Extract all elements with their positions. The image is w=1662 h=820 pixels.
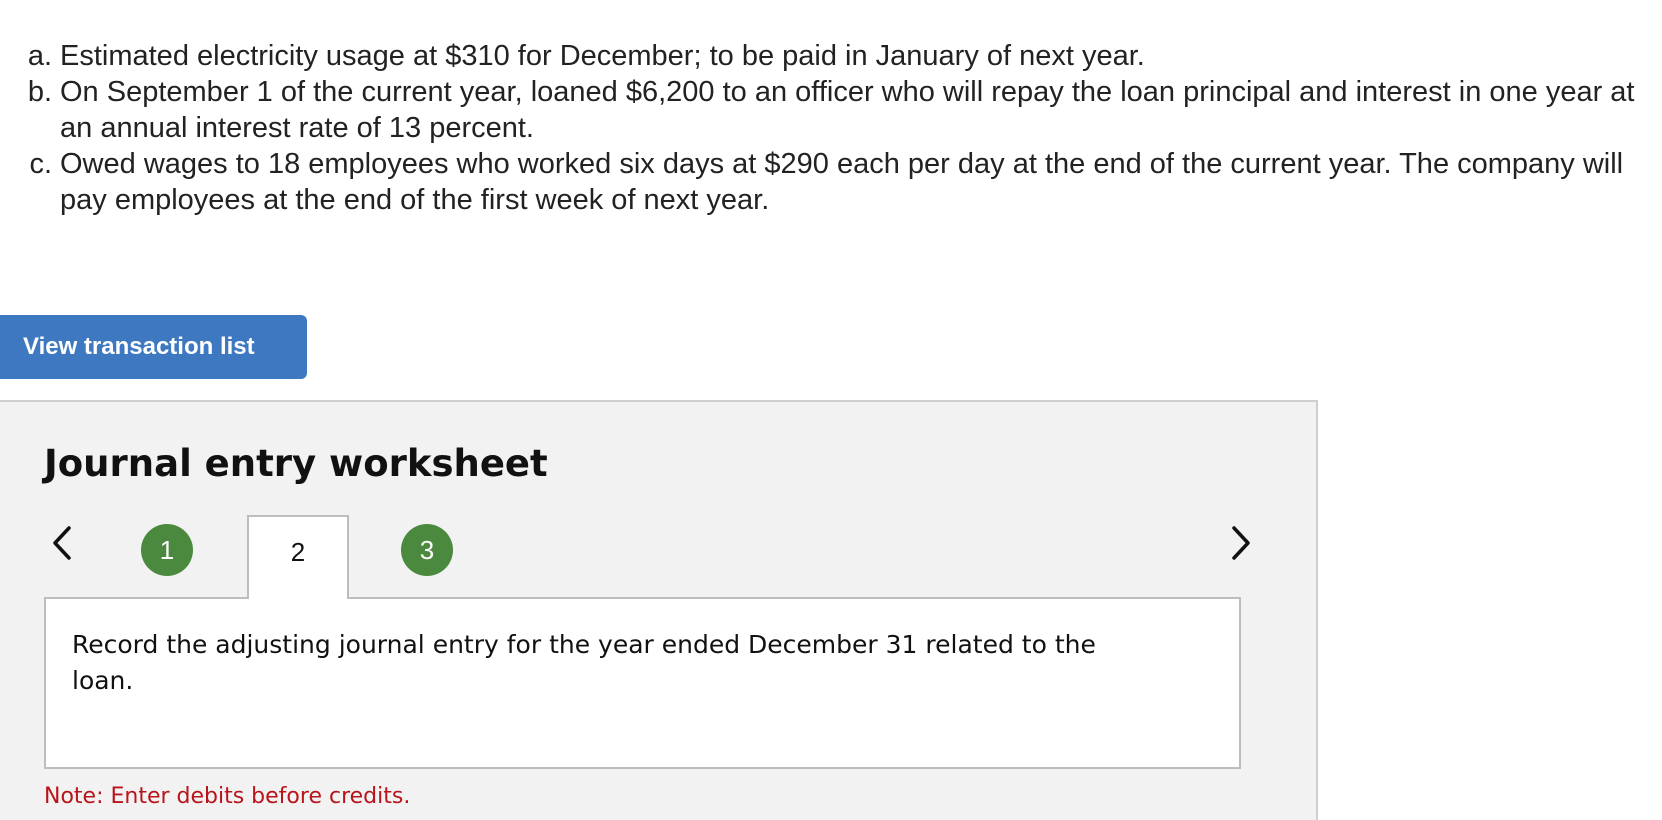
chevron-right-icon <box>1232 526 1250 560</box>
instruction-box: Record the adjusting journal entry for t… <box>44 597 1241 769</box>
problem-item-a: a. Estimated electricity usage at $310 f… <box>0 38 1640 74</box>
step-1-complete[interactable]: 1 <box>141 524 193 576</box>
problem-list: a. Estimated electricity usage at $310 f… <box>0 38 1640 218</box>
journal-entry-worksheet: Journal entry worksheet 1 2 3 Record the… <box>0 400 1318 820</box>
view-transaction-list-button[interactable]: View transaction list <box>0 315 307 379</box>
item-text: Owed wages to 18 employees who worked si… <box>60 148 1624 216</box>
problem-item-b: b. On September 1 of the current year, l… <box>0 74 1640 146</box>
previous-step-button[interactable] <box>42 518 82 568</box>
note-text: Note: Enter debits before credits. <box>44 784 411 809</box>
chevron-left-icon <box>53 526 71 560</box>
item-marker: c. <box>29 148 52 180</box>
step-3-complete[interactable]: 3 <box>401 524 453 576</box>
instruction-text: Record the adjusting journal entry for t… <box>72 630 1096 695</box>
next-step-button[interactable] <box>1221 518 1261 568</box>
item-marker: a. <box>27 40 52 72</box>
worksheet-title: Journal entry worksheet <box>44 442 548 485</box>
problem-item-c: c. Owed wages to 18 employees who worked… <box>0 146 1640 218</box>
item-marker: b. <box>27 76 52 108</box>
step-2-active-tab[interactable]: 2 <box>247 515 349 599</box>
item-text: On September 1 of the current year, loan… <box>60 76 1635 144</box>
item-text: Estimated electricity usage at $310 for … <box>60 40 1145 72</box>
